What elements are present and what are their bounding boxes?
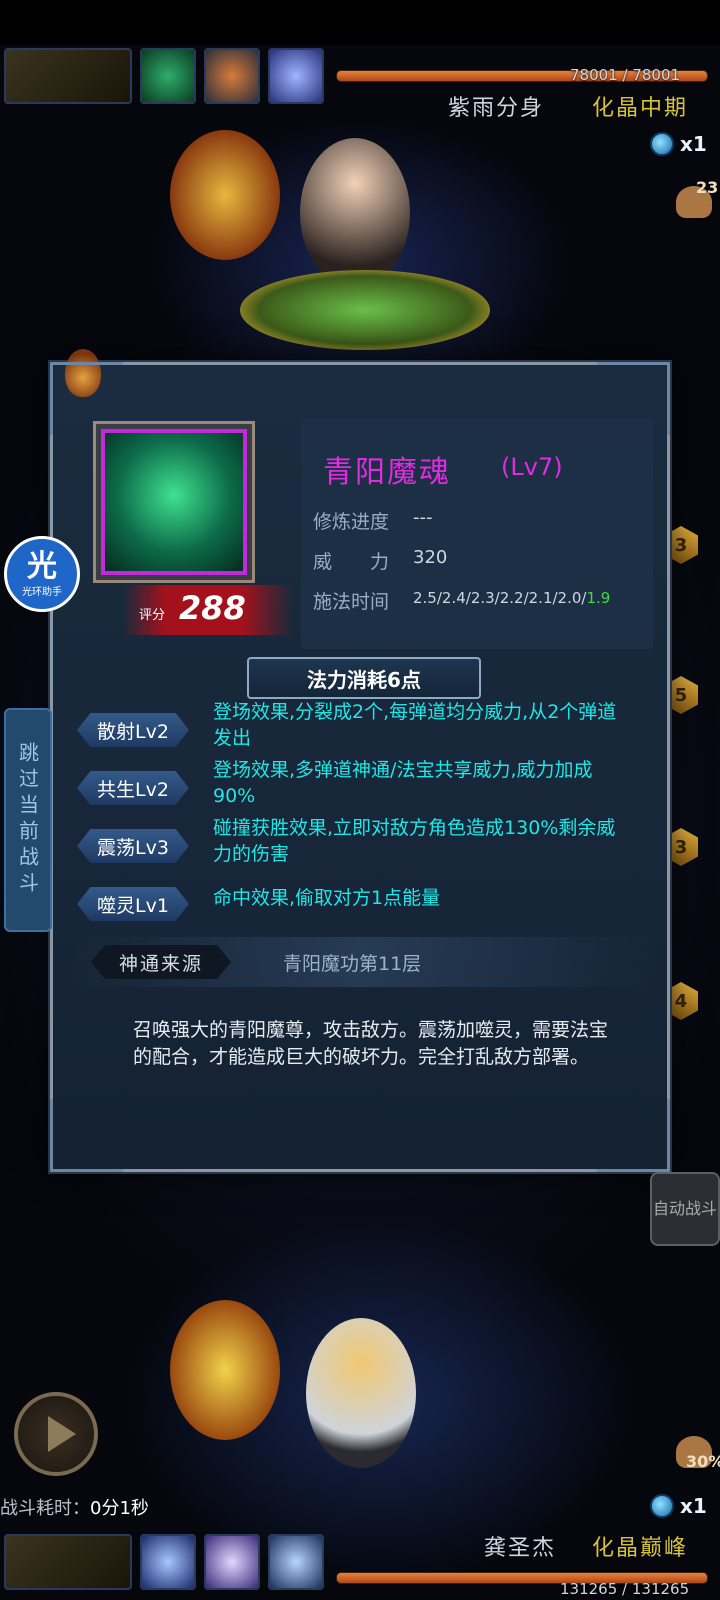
enemy-slot-2 xyxy=(140,48,196,104)
enemy-multiplier: x1 xyxy=(650,132,707,156)
progress-label: 修炼进度 xyxy=(313,511,390,533)
cast-time-values: 2.5/2.4/2.3/2.2/2.1/2.0/ xyxy=(413,589,587,607)
player-multiplier-text: x1 xyxy=(680,1494,707,1518)
skill-level: (Lv7) xyxy=(501,453,563,481)
panel-corner-br xyxy=(597,1099,670,1172)
battle-time-label: 战斗耗时： xyxy=(0,1498,90,1519)
cast-time-label: 施法时间 xyxy=(313,591,390,613)
orb-icon xyxy=(650,132,674,156)
play-icon xyxy=(48,1416,76,1452)
player-slot-4 xyxy=(268,1534,324,1590)
effect-text-2: 登场效果,多弹道神通/法宝共享威力,威力加成90% xyxy=(213,759,593,807)
helper-sub-text: 光环助手 xyxy=(22,586,62,598)
progress-value: --- xyxy=(413,507,433,528)
enemy-slot-4 xyxy=(268,48,324,104)
enemy-hp-text: 78001 / 78001 xyxy=(570,66,681,84)
effect-text-1: 登场效果,分裂成2个,每弹道均分威力,从2个弹道发出 xyxy=(213,701,617,749)
effect-tag-1: 散射Lv2 xyxy=(77,713,189,747)
status-bar xyxy=(0,0,720,45)
skull-icon xyxy=(101,429,247,575)
play-button[interactable] xyxy=(14,1392,98,1476)
enemy-multiplier-text: x1 xyxy=(680,132,707,156)
enemy-hero-sprite xyxy=(300,138,410,288)
auto-battle-button[interactable]: 自动战斗 xyxy=(650,1172,720,1246)
power-value: 320 xyxy=(413,547,448,568)
skill-detail-panel[interactable]: 评分 288 青阳魔魂 (Lv7) 修炼进度 --- 威 力 320 施法时间 … xyxy=(50,349,670,1172)
score-value: 288 xyxy=(179,589,246,627)
player-hp-text: 131265 / 131265 xyxy=(560,1580,690,1598)
battle-time-value: 0分1秒 xyxy=(90,1498,149,1519)
skill-info-box: 青阳魔魂 (Lv7) 修炼进度 --- 威 力 320 施法时间 2.5/2.4… xyxy=(301,419,653,649)
enemy-name: 紫雨分身 xyxy=(448,96,545,121)
mana-cost: 法力消耗6点 xyxy=(247,657,481,699)
player-multiplier: x1 xyxy=(650,1494,707,1518)
effect-tag-4: 噬灵Lv1 xyxy=(77,887,189,921)
player-heart-value: 30% xyxy=(686,1452,720,1471)
enemy-realm: 化晶中期 xyxy=(592,96,689,121)
cast-time-highlight: 1.9 xyxy=(586,589,611,607)
orb-icon xyxy=(650,1494,674,1518)
score-label: 评分 xyxy=(139,608,166,623)
player-slot-3 xyxy=(204,1534,260,1590)
helper-main-text: 光 xyxy=(27,548,57,584)
cast-time-value: 2.5/2.4/2.3/2.2/2.1/2.0/1.9 xyxy=(413,589,610,607)
player-realm: 化晶巅峰 xyxy=(592,1536,689,1561)
player-name: 龚圣杰 xyxy=(484,1536,557,1561)
enemy-slot-1 xyxy=(4,48,132,104)
effect-text-4: 命中效果,偷取对方1点能量 xyxy=(213,887,441,909)
player-pet-sprite xyxy=(170,1300,280,1440)
enemy-heart-value: 23 xyxy=(696,178,719,197)
enemy-platform xyxy=(240,270,490,350)
skill-portrait xyxy=(93,421,255,583)
battle-time: 战斗耗时：0分1秒 xyxy=(0,1494,149,1520)
effect-text-3: 碰撞获胜效果,立即对敌方角色造成130%剩余威力的伤害 xyxy=(213,817,616,865)
skip-battle-button[interactable]: 跳过当前战斗 xyxy=(4,708,52,932)
source-value: 青阳魔功第11层 xyxy=(283,953,422,975)
enemy-slot-3 xyxy=(204,48,260,104)
player-slot-2 xyxy=(140,1534,196,1590)
effect-tag-2: 共生Lv2 xyxy=(77,771,189,805)
skill-description: 召唤强大的青阳魔尊，攻击敌方。震荡加噬灵，需要法宝的配合，才能造成巨大的破坏力。… xyxy=(133,1019,609,1068)
helper-button[interactable]: 光 光环助手 xyxy=(4,536,80,612)
enemy-pet-sprite xyxy=(170,130,280,260)
effect-tag-3: 震荡Lv3 xyxy=(77,829,189,863)
source-label: 神通来源 xyxy=(91,945,231,979)
skill-name: 青阳魔魂 xyxy=(323,455,451,490)
player-slot-1 xyxy=(4,1534,132,1590)
player-hero-sprite xyxy=(306,1318,416,1468)
power-label: 威 力 xyxy=(313,551,390,573)
panel-corner-bl xyxy=(50,1099,123,1172)
